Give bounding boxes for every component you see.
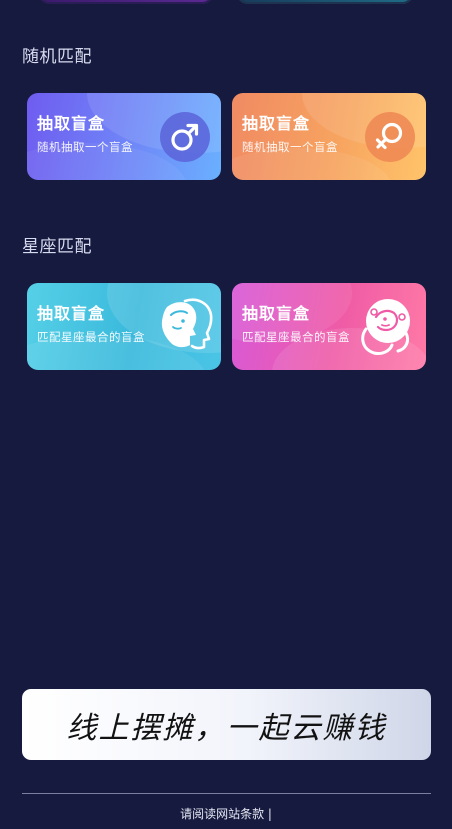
page: 随机匹配 抽取盲盒 随机抽取一个盲盒 抽取盲盒 随机抽取一个盲盒 星座匹配 抽取… bbox=[0, 0, 452, 829]
zodiac-blindbox-card-b[interactable]: 抽取盲盒 匹配星座最合的盲盒 bbox=[232, 283, 426, 370]
card-title: 抽取盲盒 bbox=[37, 114, 106, 133]
female-symbol-icon bbox=[364, 111, 416, 163]
gemini-faces-icon bbox=[155, 293, 215, 359]
section-title-zodiac: 星座匹配 bbox=[22, 237, 92, 257]
zodiac-blindbox-card-a[interactable]: 抽取盲盒 匹配星座最合的盲盒 bbox=[27, 283, 221, 370]
previous-card-left[interactable] bbox=[38, 0, 214, 4]
section-title-random: 随机匹配 bbox=[22, 47, 92, 67]
card-title: 抽取盲盒 bbox=[242, 114, 311, 133]
card-subtitle: 随机抽取一个盲盒 bbox=[242, 140, 338, 154]
card-title: 抽取盲盒 bbox=[37, 304, 106, 323]
card-subtitle: 随机抽取一个盲盒 bbox=[37, 140, 133, 154]
male-blindbox-card[interactable]: 抽取盲盒 随机抽取一个盲盒 bbox=[27, 93, 221, 180]
female-blindbox-card[interactable]: 抽取盲盒 随机抽取一个盲盒 bbox=[232, 93, 426, 180]
card-subtitle: 匹配星座最合的盲盒 bbox=[242, 330, 350, 344]
banner-text: 线上摆摊，一起云赚钱 bbox=[66, 710, 387, 746]
footer-divider bbox=[22, 793, 431, 794]
card-subtitle: 匹配星座最合的盲盒 bbox=[37, 330, 145, 344]
promo-banner[interactable]: 线上摆摊，一起云赚钱 bbox=[22, 689, 431, 760]
male-symbol-icon bbox=[159, 111, 211, 163]
card-title: 抽取盲盒 bbox=[242, 304, 311, 323]
previous-card-right[interactable] bbox=[236, 0, 414, 4]
virgo-lady-icon bbox=[352, 293, 418, 359]
terms-link[interactable]: 请阅读网站条款 | bbox=[0, 805, 452, 822]
